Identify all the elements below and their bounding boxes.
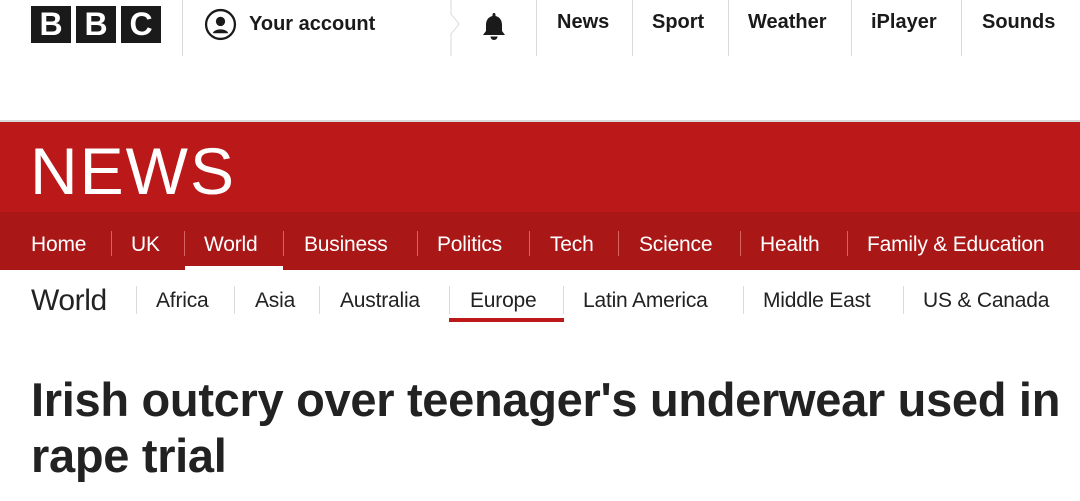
news-nav-uk[interactable]: UK xyxy=(131,233,160,257)
news-nav-home[interactable]: Home xyxy=(31,233,86,257)
sub-nav-middle-east[interactable]: Middle East xyxy=(763,289,871,313)
divider xyxy=(618,231,619,256)
section-title[interactable]: World xyxy=(31,284,107,318)
news-nav-world[interactable]: World xyxy=(204,233,258,257)
divider xyxy=(529,231,530,256)
divider xyxy=(903,286,904,314)
divider xyxy=(234,286,235,314)
sub-nav-active-indicator xyxy=(449,318,564,322)
divider xyxy=(563,286,564,314)
divider xyxy=(632,0,633,56)
topnav-weather[interactable]: Weather xyxy=(748,11,827,34)
topnav-news[interactable]: News xyxy=(557,11,609,34)
news-nav-health[interactable]: Health xyxy=(760,233,820,257)
sub-nav-australia[interactable]: Australia xyxy=(340,289,420,313)
news-nav-science[interactable]: Science xyxy=(639,233,713,257)
sub-nav-us-canada[interactable]: US & Canada xyxy=(923,289,1049,313)
news-nav-business[interactable]: Business xyxy=(304,233,388,257)
news-nav-politics[interactable]: Politics xyxy=(437,233,502,257)
notifications-bell-icon[interactable] xyxy=(478,10,510,42)
divider xyxy=(319,286,320,314)
sub-nav-africa[interactable]: Africa xyxy=(156,289,209,313)
sub-nav-europe[interactable]: Europe xyxy=(470,289,537,313)
divider xyxy=(283,231,284,256)
bbc-logo-letter: B xyxy=(76,6,116,43)
news-nav: Home UK World Business Politics Tech Sci… xyxy=(0,212,1080,270)
account-icon xyxy=(204,8,237,40)
divider xyxy=(449,286,450,314)
divider xyxy=(417,231,418,256)
world-sub-nav: World Africa Asia Australia Europe Latin… xyxy=(0,270,1080,330)
divider xyxy=(136,286,137,314)
divider xyxy=(740,231,741,256)
news-nav-tech[interactable]: Tech xyxy=(550,233,594,257)
divider xyxy=(847,231,848,256)
topnav-iplayer[interactable]: iPlayer xyxy=(871,11,937,34)
divider xyxy=(851,0,852,56)
bbc-logo-letter: B xyxy=(31,6,71,43)
divider xyxy=(961,0,962,56)
divider xyxy=(743,286,744,314)
bbc-top-bar: B B C Your account News Sport Weather iP… xyxy=(0,0,1080,56)
news-nav-family-education[interactable]: Family & Education xyxy=(867,233,1045,257)
news-wordmark[interactable]: NEWS xyxy=(30,138,236,204)
divider xyxy=(184,231,185,256)
chevron-divider xyxy=(450,0,460,56)
bbc-logo[interactable]: B B C xyxy=(31,6,161,43)
bbc-logo-letter: C xyxy=(121,6,161,43)
your-account-link[interactable]: Your account xyxy=(204,8,375,40)
divider xyxy=(728,0,729,56)
article-headline: Irish outcry over teenager's underwear u… xyxy=(31,373,1061,482)
divider xyxy=(182,0,183,56)
sub-nav-asia[interactable]: Asia xyxy=(255,289,295,313)
your-account-label: Your account xyxy=(249,12,376,35)
divider xyxy=(111,231,112,256)
divider xyxy=(536,0,537,56)
topnav-sounds[interactable]: Sounds xyxy=(982,11,1055,34)
news-header-band: NEWS Home UK World Business Politics Tec… xyxy=(0,120,1080,270)
topnav-sport[interactable]: Sport xyxy=(652,11,704,34)
sub-nav-latin-america[interactable]: Latin America xyxy=(583,289,708,313)
